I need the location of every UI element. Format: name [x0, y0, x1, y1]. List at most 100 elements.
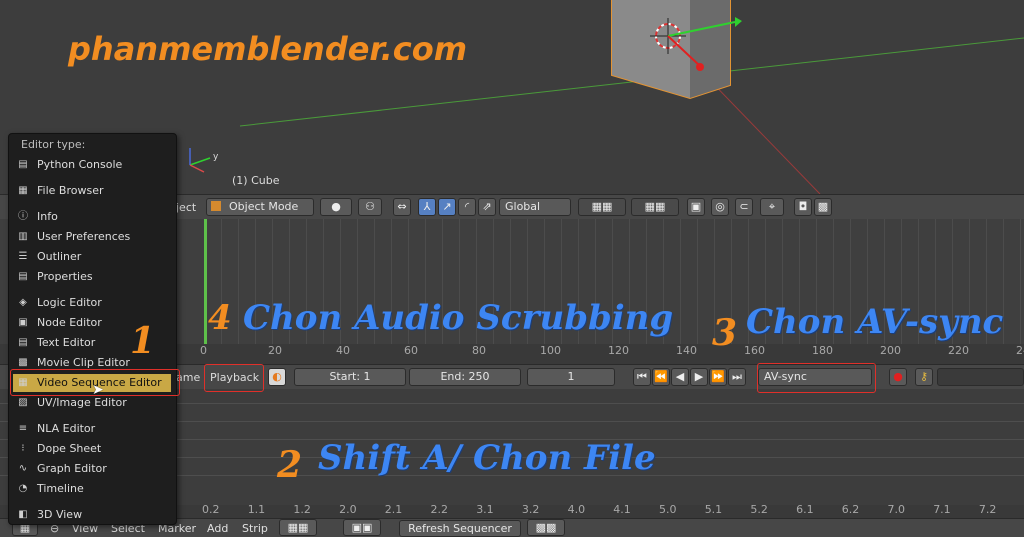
menu-add[interactable]: Add: [207, 522, 228, 535]
menu-item-label: UV/Image Editor: [37, 396, 127, 409]
highlight-playback: [204, 364, 264, 392]
magnet-icon[interactable]: ⊂: [735, 198, 753, 216]
timeline-grid-line: [238, 219, 239, 344]
timeline-tick-label: 200: [880, 344, 901, 357]
refresh-sequencer-button[interactable]: Refresh Sequencer: [399, 520, 521, 537]
end-frame-label: End: 250: [440, 370, 490, 383]
annotation-step1-number: 1: [130, 320, 156, 362]
timeline-tick-label: 60: [404, 344, 418, 357]
sequencer-tick-label: 5.1: [704, 503, 723, 516]
menu-strip[interactable]: Strip: [242, 522, 268, 535]
sequencer-tick-label: 0.2: [202, 503, 220, 516]
dope-sheet-icon: ⁝: [21, 443, 25, 454]
highlight-av-sync: [757, 363, 876, 393]
node-editor-icon: ▣: [18, 317, 28, 328]
menu-item-properties[interactable]: ▤ Properties: [13, 268, 171, 286]
menu-item-label: Graph Editor: [37, 462, 107, 475]
render-anim-icon[interactable]: ▩: [814, 198, 832, 216]
display-mode-icon[interactable]: ▣▣: [343, 519, 381, 536]
manipulator-icon[interactable]: ⅄: [418, 198, 436, 216]
menu-item-label: Timeline: [37, 482, 84, 495]
timeline-tick-label: 40: [336, 344, 350, 357]
end-frame-field[interactable]: End: 250: [409, 368, 521, 386]
mode-dropdown[interactable]: Object Mode: [206, 198, 314, 216]
keying-icon[interactable]: ⚷: [915, 368, 933, 386]
sequencer-tick-label: 3.2: [521, 503, 540, 516]
current-frame-label: 1: [567, 370, 575, 383]
layers-grid-icon-2[interactable]: ▦▦: [631, 198, 679, 216]
menu-item-user-preferences[interactable]: ▥ User Preferences: [13, 228, 171, 246]
nla-editor-icon: ≡: [18, 423, 28, 434]
shading-sphere-icon[interactable]: ●: [320, 198, 352, 216]
translate-icon[interactable]: ↗: [438, 198, 456, 216]
object-menu-text[interactable]: ject: [176, 201, 196, 214]
menu-item-python-console[interactable]: ▤ Python Console: [13, 156, 171, 174]
timeline-tick-label: 80: [472, 344, 486, 357]
rotate-icon[interactable]: ◜: [458, 198, 476, 216]
annotation-step3-text: Chon AV-sync: [746, 302, 1004, 342]
sequencer-tick-label: 7.2: [978, 503, 997, 516]
menu-item-nla-editor[interactable]: ≡ NLA Editor: [13, 420, 171, 438]
menu-item-timeline[interactable]: ◔ Timeline: [13, 480, 171, 498]
sequencer-tick-label: 5.0: [659, 503, 677, 516]
render-icon[interactable]: ◘: [794, 198, 812, 216]
timeline-icon: ◔: [18, 483, 28, 494]
timeline-grid-line: [1020, 219, 1021, 344]
menu-item-label: NLA Editor: [37, 422, 96, 435]
menu-item-label: File Browser: [37, 184, 104, 197]
keying-set-field[interactable]: [937, 368, 1024, 386]
play-icon[interactable]: ▶: [690, 368, 708, 386]
timeline-tick-label: 120: [608, 344, 629, 357]
user-preferences-icon: ▥: [18, 231, 28, 242]
jump-prev-key-icon[interactable]: ⏪: [652, 368, 670, 386]
info-icon: ⓘ: [18, 211, 28, 222]
jump-end-icon[interactable]: ⏭: [728, 368, 746, 386]
menu-item-3d-view[interactable]: ◧ 3D View: [13, 506, 171, 524]
menu-item-graph-editor[interactable]: ∿ Graph Editor: [13, 460, 171, 478]
play-reverse-icon[interactable]: ◀: [671, 368, 689, 386]
menu-item-file-browser[interactable]: ▦ File Browser: [13, 182, 171, 200]
proportional-edit-icon[interactable]: ◎: [711, 198, 729, 216]
menu-item-label: Movie Clip Editor: [37, 356, 130, 369]
menu-item-label: Outliner: [37, 250, 82, 263]
timeline-tick-label: 20: [268, 344, 282, 357]
menu-item-label: 3D View: [37, 508, 83, 521]
menu-item-info[interactable]: ⓘ Info: [13, 208, 171, 226]
sequencer-tick-label: 7.0: [887, 503, 906, 516]
menu-item-label: Node Editor: [37, 316, 102, 329]
pivot-icon[interactable]: ⚇: [358, 198, 382, 216]
render-icon-bottom[interactable]: ▩▩: [527, 519, 565, 536]
current-frame-indicator[interactable]: [204, 219, 207, 344]
timeline-grid-line: [697, 219, 698, 344]
movie-clip-icon: ▩: [18, 357, 28, 368]
render-layer-icon[interactable]: ▣: [687, 198, 705, 216]
start-frame-field[interactable]: Start: 1: [294, 368, 406, 386]
menu-item-dope-sheet[interactable]: ⁝ Dope Sheet: [13, 440, 171, 458]
menu-item-outliner[interactable]: ☰ Outliner: [13, 248, 171, 266]
jump-start-icon[interactable]: ⏮: [633, 368, 651, 386]
scale-icon[interactable]: ⇗: [478, 198, 496, 216]
keying-set-icon[interactable]: ◐: [268, 368, 286, 386]
record-icon[interactable]: ●: [889, 368, 907, 386]
watermark: phanmemblender.com: [68, 30, 468, 68]
menu-item-label: Python Console: [37, 158, 123, 171]
menu-item-label: Properties: [37, 270, 93, 283]
jump-next-key-icon[interactable]: ⏩: [709, 368, 727, 386]
view-type-icon[interactable]: ▦▦: [279, 519, 317, 536]
menu-item-logic-editor[interactable]: ◈ Logic Editor: [13, 294, 171, 312]
timeline-tick-label: 24: [1016, 344, 1024, 357]
sequencer-tick-label: 1.1: [247, 503, 266, 516]
sequencer-tick-label: 5.2: [750, 503, 768, 516]
sequencer-tick-label: 1.2: [293, 503, 311, 516]
uv-image-icon: ▨: [18, 397, 28, 408]
sequencer-tick-label: 4.0: [567, 503, 586, 516]
current-frame-field[interactable]: 1: [527, 368, 615, 386]
orientation-dropdown[interactable]: Global: [499, 198, 571, 216]
snap-target-icon[interactable]: ⌖: [760, 198, 784, 216]
mode-label: Object Mode: [229, 200, 299, 213]
proportional-icon[interactable]: ⇔: [393, 198, 411, 216]
menu-item-label: Dope Sheet: [37, 442, 102, 455]
layers-grid-icon[interactable]: ▦▦: [578, 198, 626, 216]
sequencer-tick-label: 2.2: [430, 503, 449, 516]
orientation-label: Global: [505, 200, 541, 213]
